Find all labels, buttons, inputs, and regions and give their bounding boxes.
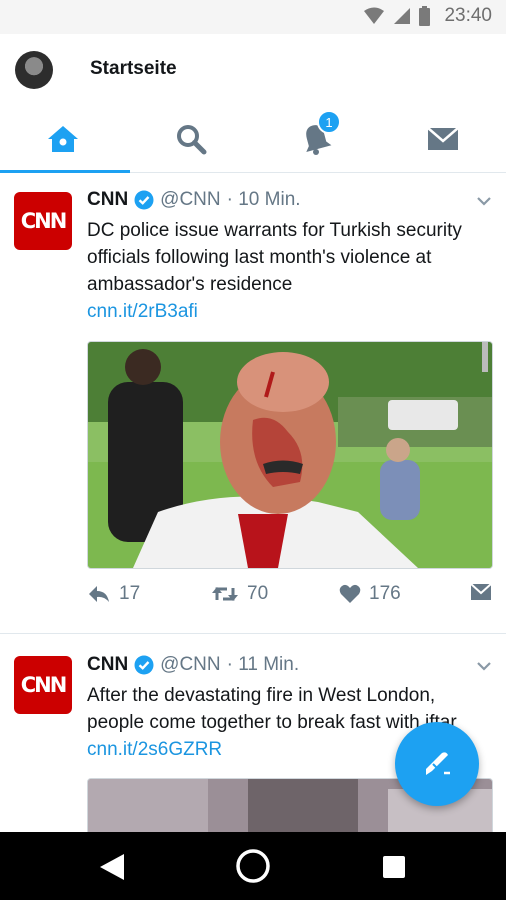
- battery-icon: [419, 6, 431, 26]
- signal-icon: [394, 8, 411, 24]
- retweet-count: 70: [247, 583, 269, 604]
- avatar-text: CNN: [20, 209, 68, 233]
- tweet-body: DC police issue warrants for Turkish sec…: [87, 220, 462, 295]
- navigation-bar: [0, 832, 506, 900]
- search-icon: [177, 125, 207, 155]
- reply-count: 17: [119, 583, 141, 604]
- author-name[interactable]: CNN: [87, 654, 128, 676]
- tweet-link[interactable]: cnn.it/2rB3afi: [87, 301, 198, 322]
- tab-search[interactable]: [128, 106, 254, 172]
- chevron-down-icon[interactable]: [476, 195, 492, 207]
- compose-button[interactable]: [395, 722, 479, 806]
- avatar[interactable]: CNN: [14, 656, 72, 714]
- envelope-icon: [427, 127, 459, 150]
- top-bar: Startseite: [0, 34, 506, 106]
- author-handle[interactable]: @CNN: [160, 189, 220, 211]
- tweet-body: After the devastating fire in West Londo…: [87, 685, 457, 733]
- status-time: 23:40: [444, 5, 492, 26]
- like-button[interactable]: 176: [339, 583, 401, 605]
- tweet-actions: 17 70 176: [87, 583, 497, 613]
- retweet-button[interactable]: 70: [211, 583, 268, 605]
- recents-icon[interactable]: [382, 855, 406, 879]
- author-handle[interactable]: @CNN: [160, 654, 220, 676]
- avatar-text: CNN: [20, 673, 68, 697]
- direct-message-button[interactable]: [470, 583, 492, 601]
- wifi-icon: [364, 7, 385, 24]
- tab-messages[interactable]: [380, 106, 506, 172]
- like-count: 176: [369, 583, 401, 604]
- verified-icon: [134, 190, 154, 210]
- tab-bar: 1: [0, 106, 506, 173]
- home-icon: [48, 126, 78, 152]
- dm-icon: [470, 583, 492, 600]
- avatar[interactable]: [15, 51, 53, 89]
- tweet[interactable]: CNN CNN @CNN · 10 Min. DC police issue w…: [0, 173, 506, 633]
- home-nav-icon[interactable]: [235, 848, 271, 884]
- tweet-text: DC police issue warrants for Turkish sec…: [87, 217, 487, 325]
- reply-button[interactable]: 17: [87, 583, 140, 605]
- compose-icon: [426, 752, 450, 775]
- author-name[interactable]: CNN: [87, 189, 128, 211]
- status-bar: 23:40: [0, 0, 506, 34]
- tweet-header: CNN @CNN · 10 Min.: [87, 189, 301, 211]
- reply-icon: [89, 586, 109, 602]
- tab-home[interactable]: [0, 106, 130, 173]
- tweet-time: · 10 Min.: [226, 189, 301, 210]
- avatar[interactable]: CNN: [14, 192, 72, 250]
- tweet-link[interactable]: cnn.it/2s6GZRR: [87, 739, 222, 760]
- notification-badge: 1: [317, 110, 341, 134]
- heart-icon: [339, 584, 361, 603]
- tweet-header: CNN @CNN · 11 Min.: [87, 654, 299, 676]
- retweet-icon: [212, 587, 238, 601]
- tweet-image[interactable]: [87, 341, 493, 569]
- chevron-down-icon[interactable]: [476, 660, 492, 672]
- photo: [88, 342, 492, 568]
- verified-icon: [134, 655, 154, 675]
- back-icon[interactable]: [98, 852, 126, 882]
- page-title: Startseite: [90, 58, 177, 79]
- tweet-time: · 11 Min.: [226, 654, 300, 675]
- tab-notifications[interactable]: 1: [253, 106, 379, 172]
